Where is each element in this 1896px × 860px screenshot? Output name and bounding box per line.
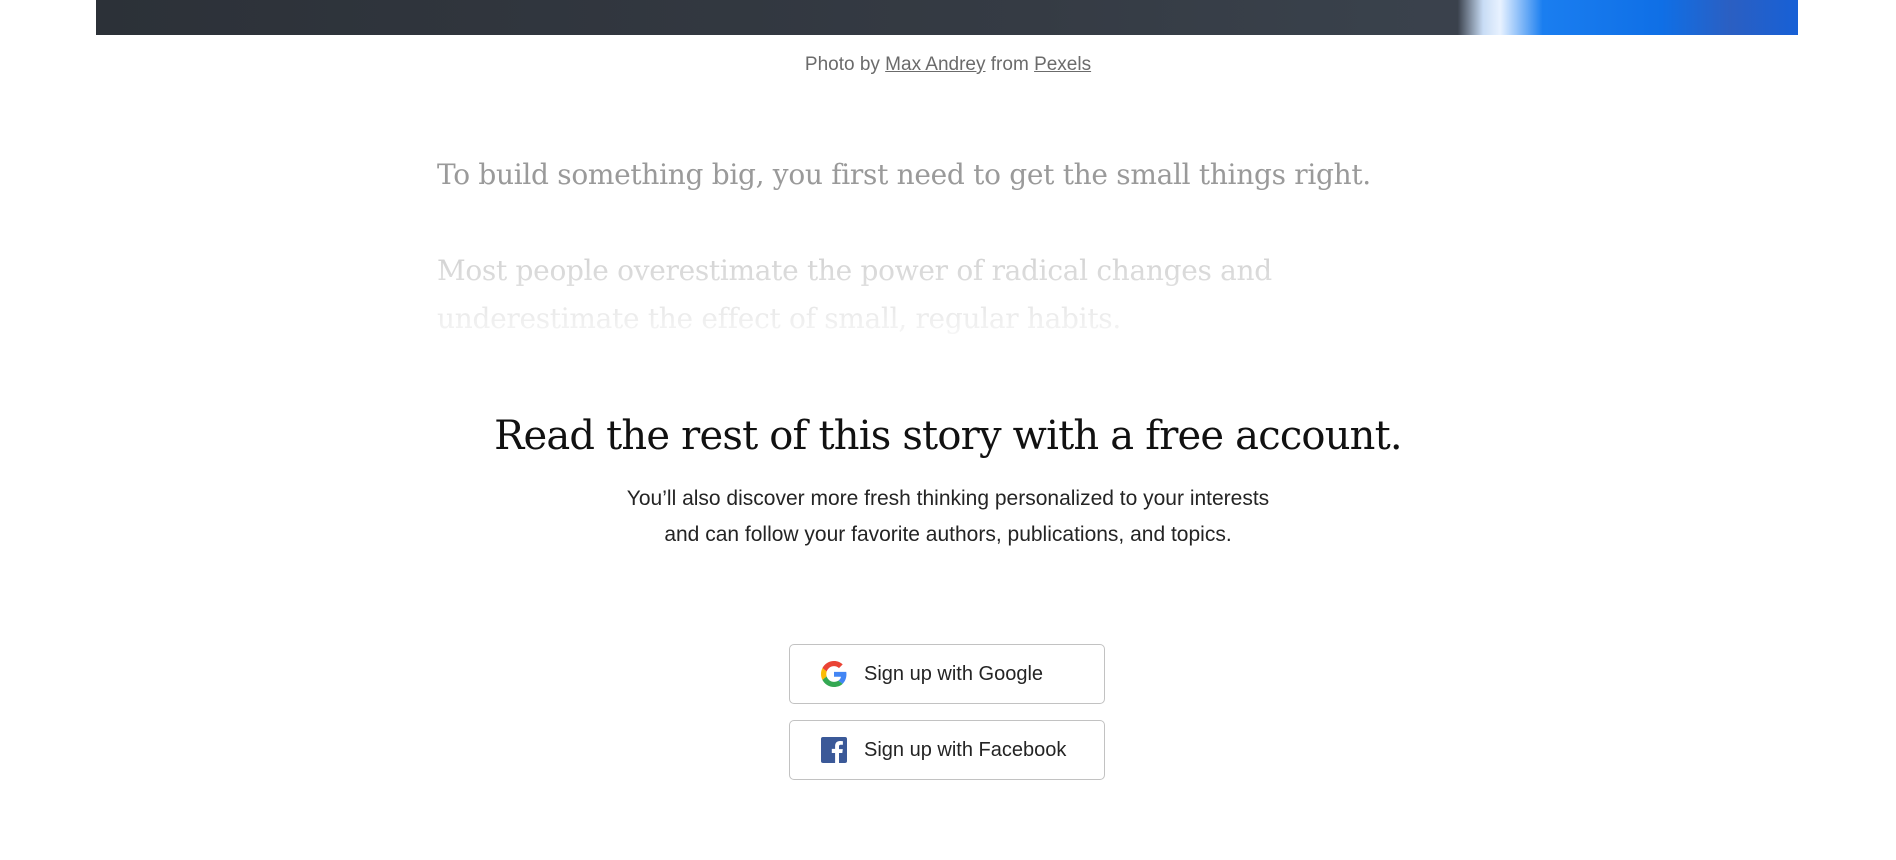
sign-up-google-button[interactable]: Sign up with Google [789, 644, 1105, 704]
photographer-link[interactable]: Max Andrey [885, 54, 985, 75]
source-link[interactable]: Pexels [1034, 54, 1091, 75]
caption-prefix: Photo by [804, 54, 880, 75]
scrollbar-track[interactable] [1882, 0, 1896, 860]
photo-caption: Photo by Max Andrey from Pexels [0, 54, 1896, 76]
caption-middle: from [990, 54, 1029, 75]
sign-up-facebook-button[interactable]: Sign up with Facebook [789, 720, 1105, 780]
article-paragraph-1: To build something big, you first need t… [437, 158, 1371, 191]
paywall-subtitle-line-2: and can follow your favorite authors, pu… [664, 523, 1232, 546]
sign-up-facebook-label: Sign up with Facebook [864, 738, 1067, 761]
page: Photo by Max Andrey from Pexels To build… [0, 0, 1896, 860]
facebook-f-icon [820, 736, 848, 764]
hero-image [96, 0, 1798, 35]
sign-up-google-label: Sign up with Google [864, 662, 1044, 685]
paywall-subtitle: You’ll also discover more fresh thinking… [548, 481, 1348, 553]
paywall-subtitle-line-1: You’ll also discover more fresh thinking… [626, 487, 1270, 510]
article-paragraph-2: Most people overestimate the power of ra… [437, 254, 1272, 335]
paywall-title: Read the rest of this story with a free … [494, 413, 1402, 459]
google-g-icon [820, 660, 848, 688]
